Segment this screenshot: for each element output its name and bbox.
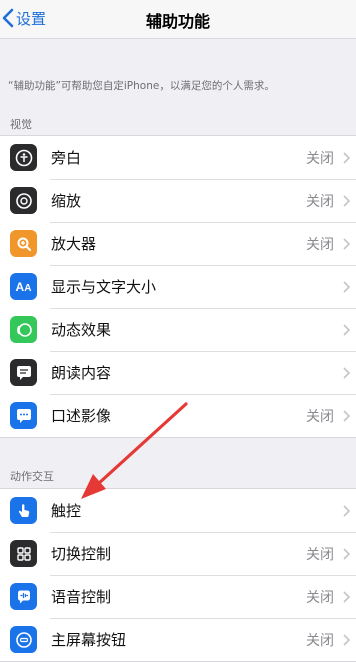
row-label: 动态效果: [51, 321, 112, 339]
row-home-button[interactable]: 主屏幕按钮 关闭: [0, 618, 356, 661]
audio-description-icon: [10, 402, 37, 429]
chevron-right-icon: [343, 548, 350, 560]
row-magnifier[interactable]: 放大器 关闭: [0, 222, 356, 265]
switch-control-icon: [10, 540, 37, 567]
section-header-interaction: 动作交互: [10, 470, 54, 483]
interaction-settings-group: 触控 切换控制 关闭 语音控制 关闭 主屏幕按钮 关闭: [0, 488, 356, 662]
row-label: 放大器: [51, 235, 97, 253]
touch-icon: [10, 497, 37, 524]
row-value: 关闭: [306, 589, 334, 606]
row-touch[interactable]: 触控: [0, 489, 356, 532]
row-switch-control[interactable]: 切换控制 关闭: [0, 532, 356, 575]
vision-settings-group: 旁白 关闭 缩放 关闭 放大器 关闭 AA 显示与文字大小 动态效果 朗读内容 …: [0, 135, 356, 438]
row-label: 主屏幕按钮: [51, 631, 127, 649]
row-value: 关闭: [306, 408, 334, 425]
row-voice-control[interactable]: 语音控制 关闭: [0, 575, 356, 618]
chevron-right-icon: [343, 195, 350, 207]
row-label: 语音控制: [51, 588, 112, 606]
chevron-right-icon: [343, 367, 350, 379]
section-header-vision: 视觉: [10, 118, 32, 131]
voice-control-icon: [10, 583, 37, 610]
chevron-right-icon: [343, 634, 350, 646]
chevron-right-icon: [343, 152, 350, 164]
page-description: “辅助功能”可帮助您自定iPhone，以满足您的个人需求。: [8, 80, 275, 92]
row-value: 关闭: [306, 236, 334, 253]
row-value: 关闭: [306, 546, 334, 563]
row-label: 触控: [51, 502, 82, 520]
row-motion[interactable]: 动态效果: [0, 308, 356, 351]
row-display-text-size[interactable]: AA 显示与文字大小: [0, 265, 356, 308]
row-audio-descriptions[interactable]: 口述影像 关闭: [0, 394, 356, 437]
row-label: 旁白: [51, 149, 82, 167]
zoom-icon: [10, 187, 37, 214]
row-value: 关闭: [306, 193, 334, 210]
motion-icon: [10, 316, 37, 343]
chevron-right-icon: [343, 324, 350, 336]
page-title: 辅助功能: [145, 12, 210, 31]
row-value: 关闭: [306, 150, 334, 167]
display-text-size-icon: AA: [10, 273, 37, 300]
row-value: 关闭: [306, 632, 334, 649]
chevron-right-icon: [343, 238, 350, 250]
row-label: 切换控制: [51, 545, 112, 563]
chevron-right-icon: [343, 591, 350, 603]
chevron-right-icon: [343, 281, 350, 293]
row-label: 显示与文字大小: [51, 278, 157, 296]
voiceover-icon: [10, 144, 37, 171]
row-label: 缩放: [51, 192, 82, 210]
row-spoken-content[interactable]: 朗读内容: [0, 351, 356, 394]
navigation-bar: 设置 辅助功能: [0, 0, 356, 39]
chevron-right-icon: [343, 410, 350, 422]
row-voiceover[interactable]: 旁白 关闭: [0, 136, 356, 179]
magnifier-icon: [10, 230, 37, 257]
row-label: 口述影像: [51, 407, 112, 425]
chevron-right-icon: [343, 505, 350, 517]
row-label: 朗读内容: [51, 364, 112, 382]
home-button-icon: [10, 626, 37, 653]
row-zoom[interactable]: 缩放 关闭: [0, 179, 356, 222]
spoken-content-icon: [10, 359, 37, 386]
